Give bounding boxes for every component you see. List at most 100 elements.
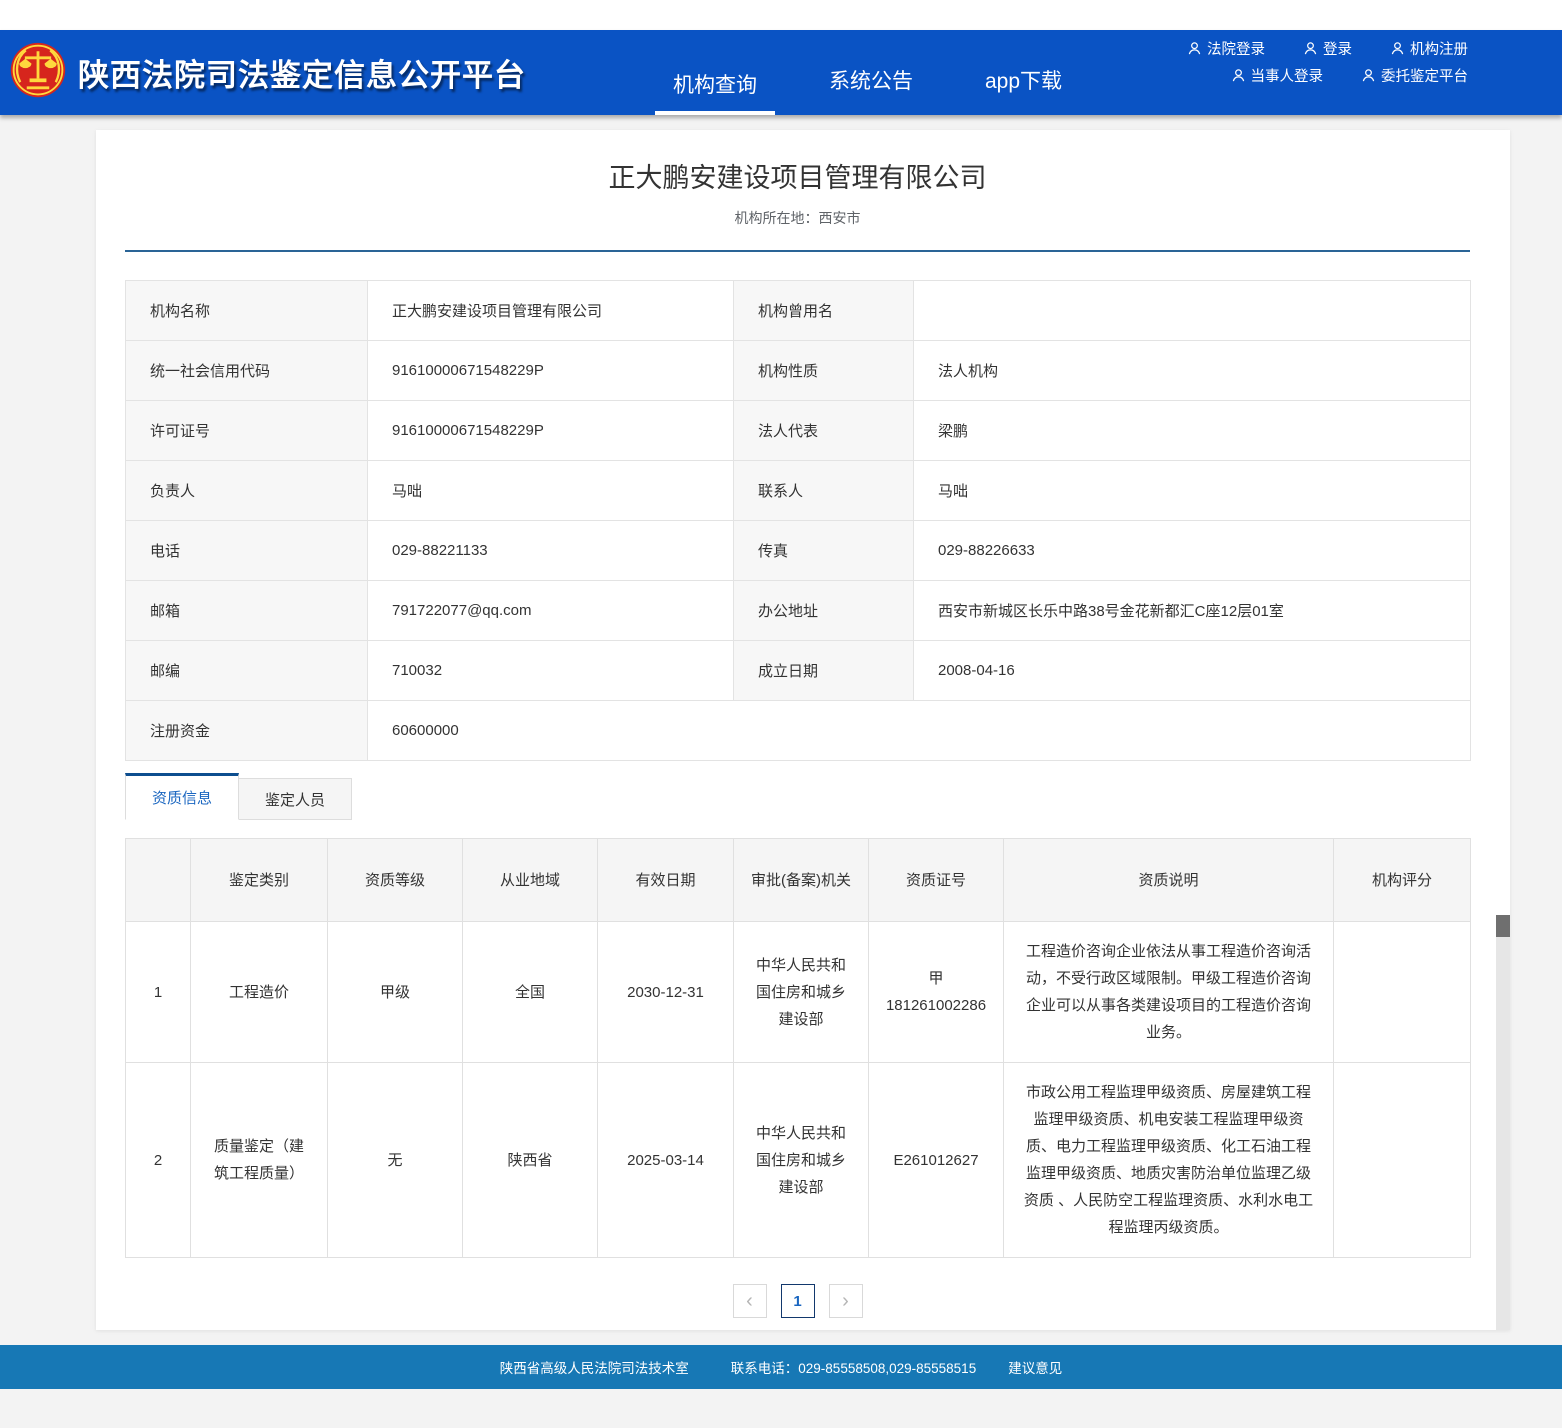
court-emblem-logo xyxy=(8,40,68,105)
pagination: ‹ 1 › xyxy=(125,1284,1470,1318)
info-value: 2008-04-16 xyxy=(914,641,1471,701)
page-1-button[interactable]: 1 xyxy=(781,1284,815,1318)
info-label: 成立日期 xyxy=(734,641,914,701)
footer-department: 陕西省高级人民法院司法技术室 xyxy=(500,1357,689,1377)
info-value: 029-88221133 xyxy=(368,521,734,581)
chevron-right-icon: › xyxy=(842,1291,849,1311)
col-header-level: 资质等级 xyxy=(328,839,463,922)
org-register-link[interactable]: 机构注册 xyxy=(1390,38,1468,59)
info-label: 法人代表 xyxy=(734,401,914,461)
court-login-link[interactable]: 法院登录 xyxy=(1187,38,1265,59)
info-value: 马咄 xyxy=(914,461,1471,521)
org-detail-card: 正大鹏安建设项目管理有限公司 机构所在地：西安市 机构名称 正大鹏安建设项目管理… xyxy=(96,130,1510,1330)
cell-score xyxy=(1334,922,1471,1063)
cell-level: 无 xyxy=(328,1063,463,1258)
info-label: 统一社会信用代码 xyxy=(126,341,368,401)
detail-tabs: 资质信息 鉴定人员 xyxy=(125,773,1470,820)
site-title: 陕西法院司法鉴定信息公开平台 xyxy=(78,50,526,95)
info-label: 机构名称 xyxy=(126,281,368,341)
info-value: 梁鹏 xyxy=(914,401,1471,461)
cell-score xyxy=(1334,1063,1471,1258)
browser-top-strip xyxy=(0,0,1562,30)
main-nav: 机构查询 系统公告 app下载 xyxy=(655,30,1116,115)
cell-cert-no: 甲 181261002286 xyxy=(869,922,1004,1063)
info-label: 传真 xyxy=(734,521,914,581)
cell-category: 质量鉴定（建筑工程质量） xyxy=(191,1063,328,1258)
cell-region: 陕西省 xyxy=(463,1063,598,1258)
table-row: 许可证号 91610000671548229P 法人代表 梁鹏 xyxy=(126,401,1471,461)
login-link[interactable]: 登录 xyxy=(1303,38,1352,59)
qualification-table: 鉴定类别 资质等级 从业地域 有效日期 审批(备案)机关 资质证号 资质说明 机… xyxy=(125,838,1471,1258)
tab-appraisers[interactable]: 鉴定人员 xyxy=(239,778,352,820)
info-label: 负责人 xyxy=(126,461,368,521)
nav-item-announcements[interactable]: 系统公告 xyxy=(811,30,931,115)
next-page-button[interactable]: › xyxy=(829,1284,863,1318)
org-register-label: 机构注册 xyxy=(1410,38,1468,59)
info-value: 西安市新城区长乐中路38号金花新都汇C座12层01室 xyxy=(914,581,1471,641)
scrollbar-thumb[interactable] xyxy=(1496,915,1510,937)
col-header-index xyxy=(126,839,191,922)
party-login-link[interactable]: 当事人登录 xyxy=(1231,65,1324,86)
col-header-region: 从业地域 xyxy=(463,839,598,922)
nav-item-app-download[interactable]: app下载 xyxy=(967,30,1080,115)
col-header-score: 机构评分 xyxy=(1334,839,1471,922)
col-header-valid-date: 有效日期 xyxy=(598,839,734,922)
info-label: 电话 xyxy=(126,521,368,581)
table-row: 注册资金 60600000 xyxy=(126,701,1471,761)
table-row: 1 工程造价 甲级 全国 2030-12-31 中华人民共和国住房和城乡建设部 … xyxy=(126,922,1471,1063)
login-label: 登录 xyxy=(1323,38,1352,59)
cell-description: 市政公用工程监理甲级资质、房屋建筑工程监理甲级资质、机电安装工程监理甲级资质、电… xyxy=(1004,1063,1334,1258)
app-header: 陕西法院司法鉴定信息公开平台 机构查询 系统公告 app下载 法院登录 登录 机… xyxy=(0,30,1562,115)
info-value: 正大鹏安建设项目管理有限公司 xyxy=(368,281,734,341)
user-icon xyxy=(1187,41,1202,56)
cell-authority: 中华人民共和国住房和城乡建设部 xyxy=(734,1063,869,1258)
party-login-label: 当事人登录 xyxy=(1251,65,1324,86)
info-label: 邮编 xyxy=(126,641,368,701)
info-value: 60600000 xyxy=(368,701,1471,761)
cell-description: 工程造价咨询企业依法从事工程造价咨询活动，不受行政区域限制。甲级工程造价咨询企业… xyxy=(1004,922,1334,1063)
court-login-label: 法院登录 xyxy=(1207,38,1265,59)
cell-valid-date: 2030-12-31 xyxy=(598,922,734,1063)
cell-level: 甲级 xyxy=(328,922,463,1063)
user-icon xyxy=(1231,68,1246,83)
info-label: 办公地址 xyxy=(734,581,914,641)
tab-qualification-info[interactable]: 资质信息 xyxy=(125,773,239,820)
info-value: 法人机构 xyxy=(914,341,1471,401)
col-header-category: 鉴定类别 xyxy=(191,839,328,922)
info-label: 许可证号 xyxy=(126,401,368,461)
table-header-row: 鉴定类别 资质等级 从业地域 有效日期 审批(备案)机关 资质证号 资质说明 机… xyxy=(126,839,1471,922)
table-scrollbar[interactable] xyxy=(1496,915,1510,1330)
cell-index: 1 xyxy=(126,922,191,1063)
brand: 陕西法院司法鉴定信息公开平台 xyxy=(8,40,526,105)
table-row: 统一社会信用代码 91610000671548229P 机构性质 法人机构 xyxy=(126,341,1471,401)
info-label: 机构曾用名 xyxy=(734,281,914,341)
user-icon xyxy=(1361,68,1376,83)
info-label: 机构性质 xyxy=(734,341,914,401)
entrust-platform-link[interactable]: 委托鉴定平台 xyxy=(1361,65,1468,86)
table-row: 邮编 710032 成立日期 2008-04-16 xyxy=(126,641,1471,701)
nav-item-org-search[interactable]: 机构查询 xyxy=(655,30,775,115)
page-title: 正大鹏安建设项目管理有限公司 xyxy=(125,158,1470,198)
footer-feedback-link[interactable]: 建议意见 xyxy=(1008,1357,1062,1377)
account-links-row-2: 当事人登录 委托鉴定平台 xyxy=(1231,65,1469,86)
prev-page-button[interactable]: ‹ xyxy=(733,1284,767,1318)
info-value: 710032 xyxy=(368,641,734,701)
cell-region: 全国 xyxy=(463,922,598,1063)
cell-valid-date: 2025-03-14 xyxy=(598,1063,734,1258)
user-icon xyxy=(1390,41,1405,56)
info-value: 791722077@qq.com xyxy=(368,581,734,641)
footer-phone: 联系电话：029-85558508,029-85558515 xyxy=(731,1357,976,1377)
info-value: 029-88226633 xyxy=(914,521,1471,581)
org-info-table: 机构名称 正大鹏安建设项目管理有限公司 机构曾用名 统一社会信用代码 91610… xyxy=(125,280,1471,761)
info-label: 联系人 xyxy=(734,461,914,521)
table-row: 负责人 马咄 联系人 马咄 xyxy=(126,461,1471,521)
info-value xyxy=(914,281,1471,341)
table-row: 机构名称 正大鹏安建设项目管理有限公司 机构曾用名 xyxy=(126,281,1471,341)
title-divider xyxy=(125,250,1470,252)
cell-authority: 中华人民共和国住房和城乡建设部 xyxy=(734,922,869,1063)
col-header-cert-no: 资质证号 xyxy=(869,839,1004,922)
site-footer: 陕西省高级人民法院司法技术室 联系电话：029-85558508,029-855… xyxy=(0,1345,1562,1389)
info-value: 91610000671548229P xyxy=(368,401,734,461)
info-value: 马咄 xyxy=(368,461,734,521)
org-location: 机构所在地：西安市 xyxy=(125,208,1470,228)
